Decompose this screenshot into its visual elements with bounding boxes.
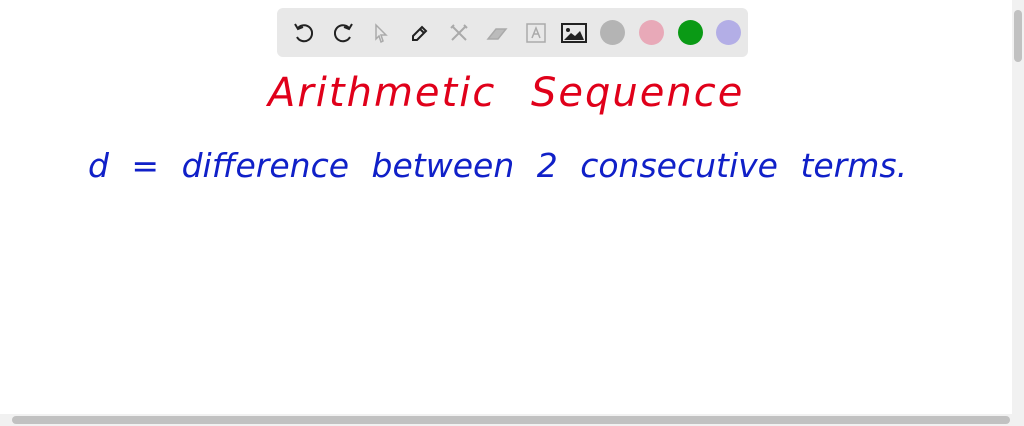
color-swatch	[600, 20, 626, 45]
tools-button[interactable]	[439, 13, 478, 52]
image-button[interactable]	[555, 13, 594, 52]
horizontal-scrollbar[interactable]	[0, 414, 1024, 426]
eraser-button[interactable]	[478, 13, 517, 52]
color-swatch	[716, 20, 742, 45]
handwritten-definition: d = difference between 2 consecutive ter…	[88, 146, 908, 185]
color-pink[interactable]	[632, 13, 671, 52]
undo-icon	[294, 22, 314, 42]
handwritten-title: Arithmetic Sequence	[268, 70, 745, 116]
drawing-toolbar	[277, 8, 748, 57]
color-swatch	[677, 20, 703, 45]
text-icon	[526, 22, 546, 43]
pen-icon	[412, 25, 428, 41]
select-icon	[375, 22, 389, 43]
redo-button[interactable]	[324, 13, 363, 52]
vertical-scroll-thumb[interactable]	[1014, 10, 1022, 62]
horizontal-scroll-thumb[interactable]	[12, 416, 1010, 424]
pen-button[interactable]	[401, 13, 440, 52]
text-button[interactable]	[516, 13, 555, 52]
color-swatch	[638, 20, 664, 45]
color-purple[interactable]	[709, 13, 748, 52]
eraser-icon	[486, 27, 508, 40]
color-gray[interactable]	[594, 13, 633, 52]
undo-button[interactable]	[285, 13, 324, 52]
color-green[interactable]	[671, 13, 710, 52]
select-button[interactable]	[362, 13, 401, 52]
image-icon	[561, 22, 588, 43]
tools-icon	[449, 23, 468, 41]
redo-icon	[333, 22, 353, 42]
vertical-scrollbar[interactable]	[1012, 0, 1024, 414]
